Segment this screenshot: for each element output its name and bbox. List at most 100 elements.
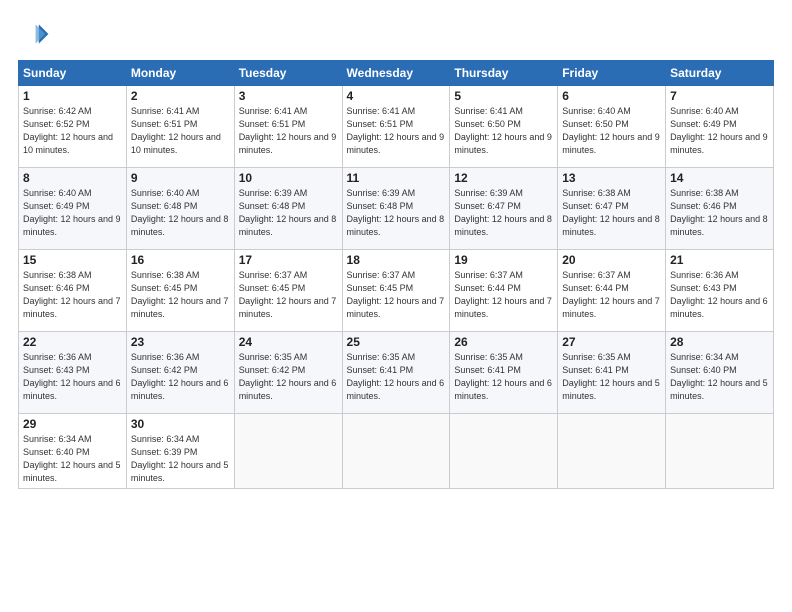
calendar-day-header: Monday xyxy=(126,61,234,86)
day-number: 5 xyxy=(454,89,553,103)
day-info: Sunrise: 6:35 AMSunset: 6:42 PMDaylight:… xyxy=(239,352,337,401)
calendar-day-header: Friday xyxy=(558,61,666,86)
calendar-day-cell: 16 Sunrise: 6:38 AMSunset: 6:45 PMDaylig… xyxy=(126,250,234,332)
calendar-day-cell xyxy=(666,414,774,489)
day-info: Sunrise: 6:41 AMSunset: 6:51 PMDaylight:… xyxy=(131,106,221,155)
day-number: 30 xyxy=(131,417,230,431)
day-info: Sunrise: 6:37 AMSunset: 6:44 PMDaylight:… xyxy=(562,270,660,319)
day-info: Sunrise: 6:39 AMSunset: 6:48 PMDaylight:… xyxy=(239,188,337,237)
day-info: Sunrise: 6:34 AMSunset: 6:40 PMDaylight:… xyxy=(23,434,121,483)
calendar-week-row: 22 Sunrise: 6:36 AMSunset: 6:43 PMDaylig… xyxy=(19,332,774,414)
day-info: Sunrise: 6:37 AMSunset: 6:45 PMDaylight:… xyxy=(347,270,445,319)
day-info: Sunrise: 6:39 AMSunset: 6:48 PMDaylight:… xyxy=(347,188,445,237)
calendar-day-cell: 27 Sunrise: 6:35 AMSunset: 6:41 PMDaylig… xyxy=(558,332,666,414)
day-info: Sunrise: 6:35 AMSunset: 6:41 PMDaylight:… xyxy=(562,352,660,401)
day-info: Sunrise: 6:40 AMSunset: 6:49 PMDaylight:… xyxy=(23,188,121,237)
day-number: 21 xyxy=(670,253,769,267)
day-info: Sunrise: 6:34 AMSunset: 6:39 PMDaylight:… xyxy=(131,434,229,483)
calendar-table: SundayMondayTuesdayWednesdayThursdayFrid… xyxy=(18,60,774,489)
day-number: 14 xyxy=(670,171,769,185)
calendar-day-header: Wednesday xyxy=(342,61,450,86)
header xyxy=(18,18,774,50)
calendar-day-header: Saturday xyxy=(666,61,774,86)
day-number: 27 xyxy=(562,335,661,349)
day-info: Sunrise: 6:39 AMSunset: 6:47 PMDaylight:… xyxy=(454,188,552,237)
calendar-header-row: SundayMondayTuesdayWednesdayThursdayFrid… xyxy=(19,61,774,86)
day-number: 1 xyxy=(23,89,122,103)
day-info: Sunrise: 6:38 AMSunset: 6:45 PMDaylight:… xyxy=(131,270,229,319)
day-info: Sunrise: 6:42 AMSunset: 6:52 PMDaylight:… xyxy=(23,106,113,155)
calendar-day-cell: 1 Sunrise: 6:42 AMSunset: 6:52 PMDayligh… xyxy=(19,86,127,168)
calendar-day-cell: 3 Sunrise: 6:41 AMSunset: 6:51 PMDayligh… xyxy=(234,86,342,168)
calendar-day-header: Tuesday xyxy=(234,61,342,86)
calendar-day-header: Sunday xyxy=(19,61,127,86)
day-number: 9 xyxy=(131,171,230,185)
day-number: 25 xyxy=(347,335,446,349)
calendar-day-cell: 15 Sunrise: 6:38 AMSunset: 6:46 PMDaylig… xyxy=(19,250,127,332)
day-number: 12 xyxy=(454,171,553,185)
calendar-day-cell: 25 Sunrise: 6:35 AMSunset: 6:41 PMDaylig… xyxy=(342,332,450,414)
day-info: Sunrise: 6:37 AMSunset: 6:45 PMDaylight:… xyxy=(239,270,337,319)
calendar-day-cell: 17 Sunrise: 6:37 AMSunset: 6:45 PMDaylig… xyxy=(234,250,342,332)
calendar-day-cell: 18 Sunrise: 6:37 AMSunset: 6:45 PMDaylig… xyxy=(342,250,450,332)
calendar-day-cell: 28 Sunrise: 6:34 AMSunset: 6:40 PMDaylig… xyxy=(666,332,774,414)
day-info: Sunrise: 6:37 AMSunset: 6:44 PMDaylight:… xyxy=(454,270,552,319)
calendar-day-cell: 8 Sunrise: 6:40 AMSunset: 6:49 PMDayligh… xyxy=(19,168,127,250)
calendar-day-cell: 24 Sunrise: 6:35 AMSunset: 6:42 PMDaylig… xyxy=(234,332,342,414)
day-number: 29 xyxy=(23,417,122,431)
day-number: 23 xyxy=(131,335,230,349)
day-number: 13 xyxy=(562,171,661,185)
day-number: 16 xyxy=(131,253,230,267)
calendar-day-cell: 30 Sunrise: 6:34 AMSunset: 6:39 PMDaylig… xyxy=(126,414,234,489)
day-number: 17 xyxy=(239,253,338,267)
day-info: Sunrise: 6:40 AMSunset: 6:49 PMDaylight:… xyxy=(670,106,768,155)
calendar-day-cell: 22 Sunrise: 6:36 AMSunset: 6:43 PMDaylig… xyxy=(19,332,127,414)
day-info: Sunrise: 6:40 AMSunset: 6:50 PMDaylight:… xyxy=(562,106,660,155)
calendar-day-cell: 23 Sunrise: 6:36 AMSunset: 6:42 PMDaylig… xyxy=(126,332,234,414)
calendar-day-cell: 21 Sunrise: 6:36 AMSunset: 6:43 PMDaylig… xyxy=(666,250,774,332)
day-number: 2 xyxy=(131,89,230,103)
day-number: 26 xyxy=(454,335,553,349)
calendar-day-cell: 29 Sunrise: 6:34 AMSunset: 6:40 PMDaylig… xyxy=(19,414,127,489)
day-info: Sunrise: 6:36 AMSunset: 6:43 PMDaylight:… xyxy=(670,270,768,319)
day-number: 4 xyxy=(347,89,446,103)
calendar-day-cell: 20 Sunrise: 6:37 AMSunset: 6:44 PMDaylig… xyxy=(558,250,666,332)
day-info: Sunrise: 6:35 AMSunset: 6:41 PMDaylight:… xyxy=(454,352,552,401)
calendar-day-cell: 6 Sunrise: 6:40 AMSunset: 6:50 PMDayligh… xyxy=(558,86,666,168)
calendar-day-cell xyxy=(234,414,342,489)
calendar-week-row: 1 Sunrise: 6:42 AMSunset: 6:52 PMDayligh… xyxy=(19,86,774,168)
day-number: 11 xyxy=(347,171,446,185)
day-number: 8 xyxy=(23,171,122,185)
calendar-day-cell xyxy=(342,414,450,489)
logo-icon xyxy=(18,18,50,50)
day-number: 22 xyxy=(23,335,122,349)
calendar-day-cell: 5 Sunrise: 6:41 AMSunset: 6:50 PMDayligh… xyxy=(450,86,558,168)
calendar-day-cell: 7 Sunrise: 6:40 AMSunset: 6:49 PMDayligh… xyxy=(666,86,774,168)
day-number: 15 xyxy=(23,253,122,267)
day-info: Sunrise: 6:38 AMSunset: 6:46 PMDaylight:… xyxy=(670,188,768,237)
logo xyxy=(18,18,54,50)
day-number: 3 xyxy=(239,89,338,103)
calendar-day-cell: 10 Sunrise: 6:39 AMSunset: 6:48 PMDaylig… xyxy=(234,168,342,250)
calendar-day-cell: 14 Sunrise: 6:38 AMSunset: 6:46 PMDaylig… xyxy=(666,168,774,250)
day-number: 7 xyxy=(670,89,769,103)
day-info: Sunrise: 6:34 AMSunset: 6:40 PMDaylight:… xyxy=(670,352,768,401)
day-info: Sunrise: 6:41 AMSunset: 6:50 PMDaylight:… xyxy=(454,106,552,155)
day-number: 18 xyxy=(347,253,446,267)
calendar-week-row: 29 Sunrise: 6:34 AMSunset: 6:40 PMDaylig… xyxy=(19,414,774,489)
day-info: Sunrise: 6:40 AMSunset: 6:48 PMDaylight:… xyxy=(131,188,229,237)
day-info: Sunrise: 6:38 AMSunset: 6:46 PMDaylight:… xyxy=(23,270,121,319)
calendar-day-cell: 19 Sunrise: 6:37 AMSunset: 6:44 PMDaylig… xyxy=(450,250,558,332)
calendar-day-cell: 2 Sunrise: 6:41 AMSunset: 6:51 PMDayligh… xyxy=(126,86,234,168)
calendar-day-cell: 9 Sunrise: 6:40 AMSunset: 6:48 PMDayligh… xyxy=(126,168,234,250)
day-info: Sunrise: 6:35 AMSunset: 6:41 PMDaylight:… xyxy=(347,352,445,401)
day-number: 19 xyxy=(454,253,553,267)
calendar-week-row: 15 Sunrise: 6:38 AMSunset: 6:46 PMDaylig… xyxy=(19,250,774,332)
calendar-day-header: Thursday xyxy=(450,61,558,86)
day-number: 6 xyxy=(562,89,661,103)
day-number: 28 xyxy=(670,335,769,349)
calendar-day-cell xyxy=(558,414,666,489)
day-info: Sunrise: 6:36 AMSunset: 6:43 PMDaylight:… xyxy=(23,352,121,401)
day-info: Sunrise: 6:36 AMSunset: 6:42 PMDaylight:… xyxy=(131,352,229,401)
day-number: 10 xyxy=(239,171,338,185)
